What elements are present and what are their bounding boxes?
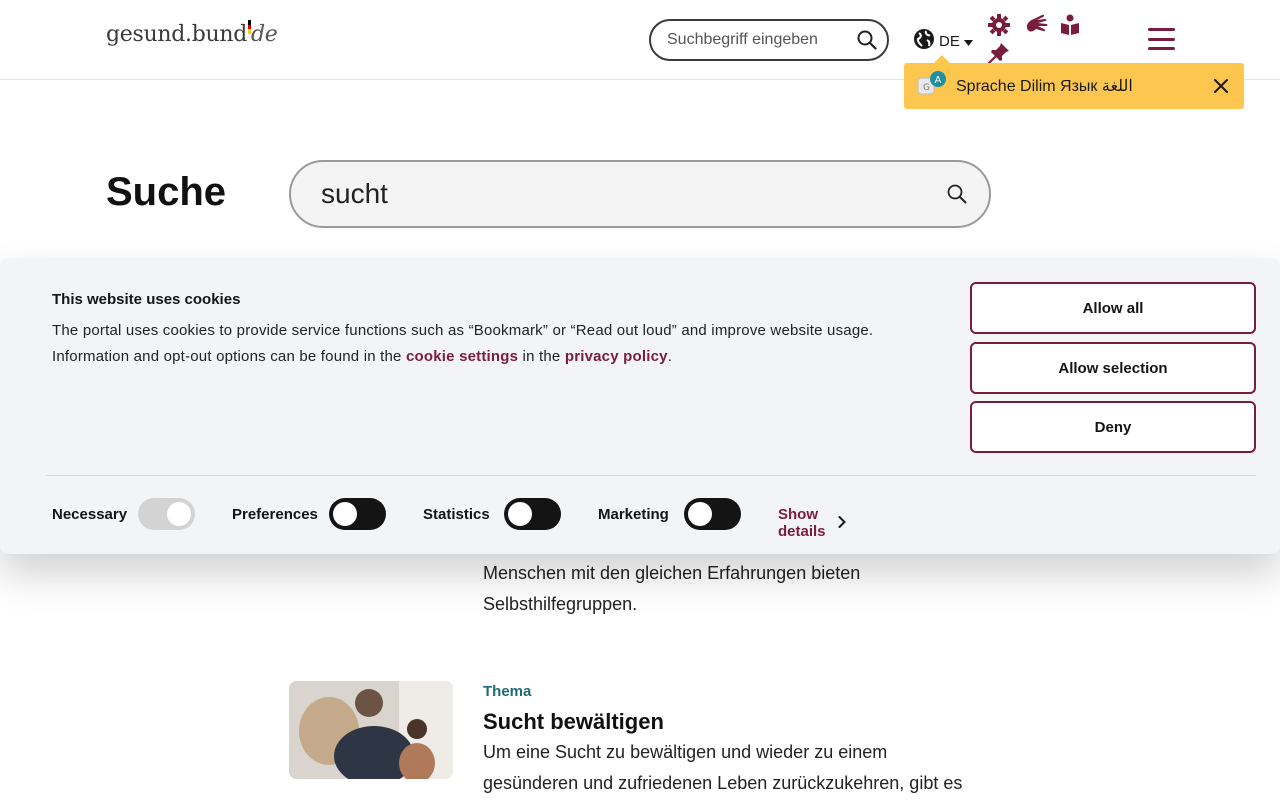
statistics-toggle[interactable] [504, 498, 561, 530]
privacy-policy-link[interactable]: privacy policy [565, 348, 668, 365]
result-image[interactable] [289, 681, 453, 779]
search-icon[interactable] [947, 184, 967, 204]
preferences-toggle[interactable] [329, 498, 386, 530]
caret-down-icon [963, 33, 973, 50]
easy-language-icon[interactable] [1059, 14, 1081, 36]
cookie-heading: This website uses cookies [52, 291, 241, 308]
site-logo[interactable]: gesund.bund de [106, 20, 278, 47]
deny-button[interactable]: Deny [970, 401, 1256, 453]
gear-icon[interactable] [988, 14, 1010, 36]
logo-text: gesund.bund [106, 22, 248, 47]
allow-all-button[interactable]: Allow all [970, 282, 1256, 334]
language-code: DE [939, 32, 960, 50]
main-search-input[interactable] [321, 178, 947, 210]
language-selector[interactable]: DE [913, 28, 973, 54]
page-title: Suche [106, 170, 227, 214]
menu-icon[interactable] [1148, 28, 1175, 50]
result-teaser: Um eine Sucht zu bewältigen und wieder z… [483, 742, 963, 793]
close-icon[interactable] [1210, 75, 1232, 97]
pin-icon[interactable] [988, 42, 1010, 64]
logo-suffix: de [251, 22, 278, 47]
translate-icon: GA [916, 71, 948, 101]
search-icon[interactable] [857, 30, 877, 50]
cookie-banner: This website uses cookies The portal use… [0, 258, 1280, 554]
result-teaser-partial: Menschen mit den gleichen Erfahrungen bi… [483, 563, 861, 614]
logo-flag-mark [248, 20, 251, 35]
show-details-link[interactable]: Show details [778, 506, 846, 540]
result-category: Thema [483, 683, 532, 700]
cookie-description: The portal uses cookies to provide servi… [52, 318, 912, 370]
globe-icon [913, 28, 935, 54]
cookie-settings-link[interactable]: cookie settings [406, 348, 518, 365]
chevron-right-icon [838, 515, 846, 532]
cookie-text-part: . [667, 348, 673, 365]
svg-text:A: A [935, 75, 942, 86]
necessary-toggle [138, 498, 195, 530]
cookie-text-part: in the [518, 348, 565, 365]
language-tooltip: GA Sprache Dilim Язык اللغة [904, 55, 1244, 109]
svg-text:G: G [923, 83, 930, 93]
sign-language-icon[interactable] [1024, 14, 1048, 36]
result-title-link[interactable]: Sucht bewältigen [483, 709, 664, 735]
main-search-box [289, 160, 991, 228]
statistics-label: Statistics [423, 506, 490, 523]
allow-selection-button[interactable]: Allow selection [970, 342, 1256, 394]
cookie-divider [46, 475, 1256, 476]
marketing-toggle[interactable] [684, 498, 741, 530]
header-search-input[interactable] [667, 31, 857, 49]
language-tooltip-text: Sprache Dilim Язык اللغة [956, 78, 1133, 95]
marketing-label: Marketing [598, 506, 669, 523]
header-search-box [649, 19, 889, 61]
show-details-label: Show details [778, 506, 826, 540]
preferences-label: Preferences [232, 506, 318, 523]
necessary-label: Necessary [52, 506, 128, 523]
